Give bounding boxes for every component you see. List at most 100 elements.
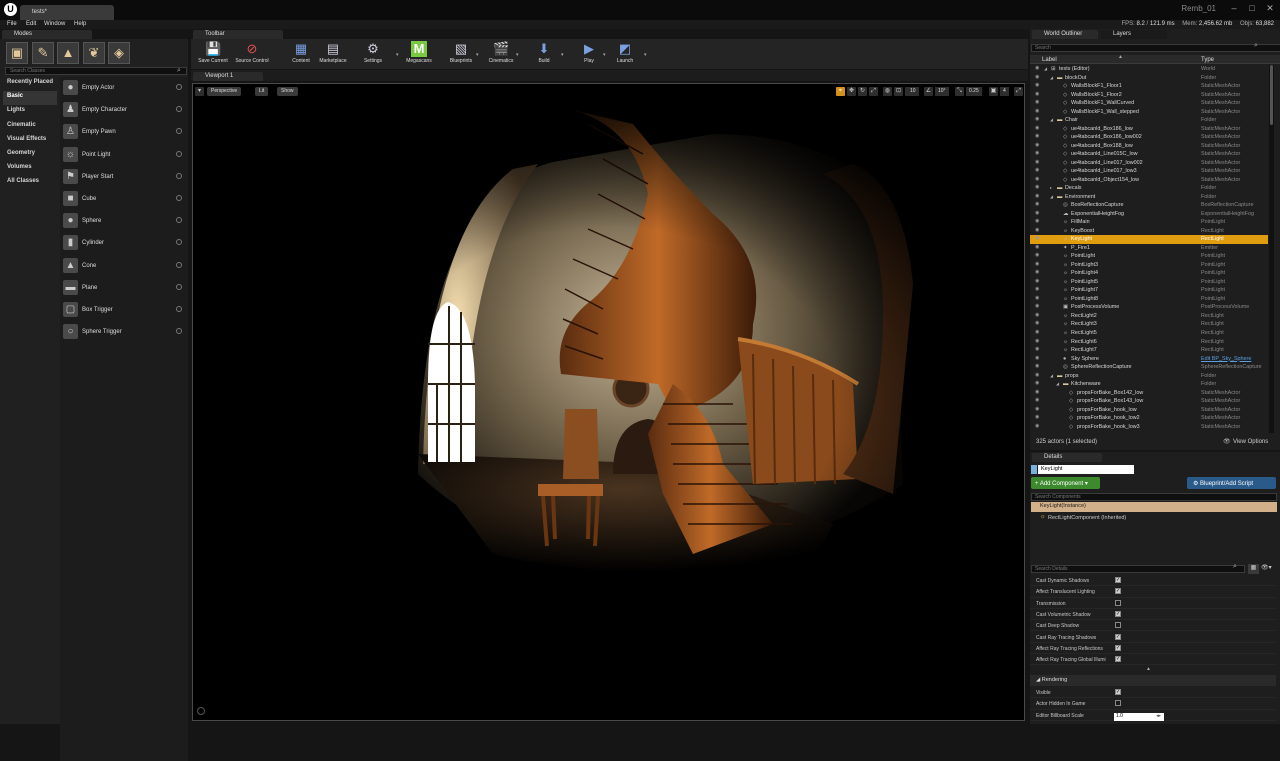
visibility-eye-icon[interactable]: ◉ <box>1035 253 1042 258</box>
save-current-button[interactable]: 💾 Save Current <box>191 41 235 64</box>
visibility-eye-icon[interactable]: ◉ <box>1035 329 1042 335</box>
column-label[interactable]: Label <box>1042 57 1057 63</box>
menu-file[interactable]: File <box>7 21 17 27</box>
visibility-eye-icon[interactable]: ◉ <box>1035 347 1042 352</box>
category-visual-effects[interactable]: Visual Effects <box>3 134 57 148</box>
visibility-eye-icon[interactable]: ◉ <box>1035 159 1042 165</box>
search-icon[interactable]: ⌕ <box>1254 42 1258 50</box>
modes-tab[interactable]: Modes <box>2 30 92 39</box>
camera-speed-value[interactable]: 4 <box>1000 87 1009 96</box>
property-checkbox[interactable]: ✓ <box>1115 656 1121 663</box>
category-recently-placed[interactable]: Recently Placed <box>3 77 57 91</box>
expand-arrow-icon[interactable]: ◢ <box>1050 372 1053 380</box>
visibility-eye-icon[interactable]: ◉ <box>1035 389 1042 395</box>
place-item[interactable]: ● Sphere <box>60 210 188 232</box>
outliner-row[interactable]: ◉ ☼ KeyBoost RectLight <box>1030 227 1268 236</box>
launch-button[interactable]: ◩ Launch <box>603 41 647 64</box>
info-icon[interactable] <box>176 261 182 268</box>
outliner-row[interactable]: ◉ ● Sky Sphere Edit BP_Sky_Sphere <box>1030 355 1268 364</box>
visibility-eye-icon[interactable]: ◉ <box>1035 338 1042 344</box>
visibility-eye-icon[interactable]: ◉ <box>1035 398 1042 403</box>
visibility-eye-icon[interactable]: ◉ <box>1035 91 1042 97</box>
property-checkbox[interactable]: ✓ <box>1115 610 1121 617</box>
outliner-row[interactable]: ◉ ◇ ue4tabcanld_Box188_low StaticMeshActor <box>1030 142 1268 151</box>
outliner-row[interactable]: ◉ ◇ ue4tabcanld_Box186_low002 StaticMeshAct… <box>1030 133 1268 142</box>
outliner-row[interactable]: ◉ ☼ RectLight7 RectLight <box>1030 346 1268 355</box>
outliner-row[interactable]: ◉ ☼ RectLight5 RectLight <box>1030 329 1268 338</box>
place-item[interactable]: ▬ Plane <box>60 277 188 299</box>
outliner-row[interactable]: ◉ ◇ ue4tabcanld_Line017_low3 StaticMeshActo… <box>1030 167 1268 176</box>
visibility-eye-icon[interactable]: ◉ <box>1035 415 1042 420</box>
property-checkbox[interactable]: ✓ <box>1115 700 1121 707</box>
search-icon[interactable]: ⌕ <box>1233 563 1237 571</box>
visibility-eye-icon[interactable]: ◉ <box>1035 381 1042 386</box>
outliner-row[interactable]: ◉ ◇ propsForBake_Box143_low StaticMeshActor <box>1030 397 1268 406</box>
place-item[interactable]: ● Empty Actor <box>60 77 188 99</box>
scale-icon[interactable]: ⤢ <box>869 87 878 96</box>
outliner-row[interactable]: ◉ ◎ BoxReflectionCapture BoxReflectionCaptu… <box>1030 201 1268 210</box>
property-checkbox[interactable]: ✓ <box>1115 577 1121 583</box>
landscape-mode-icon[interactable]: ▲ <box>57 42 79 64</box>
expand-arrow-icon[interactable]: ▸ <box>1050 184 1052 192</box>
outliner-row[interactable]: ◉ ☼ PointLight5 PointLight <box>1030 278 1268 287</box>
expand-arrow-icon[interactable]: ◢ <box>1056 380 1059 388</box>
menu-help[interactable]: Help <box>74 21 86 27</box>
show-button[interactable]: Show <box>277 87 298 96</box>
info-icon[interactable] <box>176 328 182 335</box>
property-checkbox[interactable]: ✓ <box>1115 644 1121 651</box>
scale-snap-value[interactable]: 0.25 <box>966 87 982 96</box>
visibility-eye-icon[interactable]: ◉ <box>1035 278 1042 284</box>
outliner-row[interactable]: ◉ ◇ propsForBake_Box142_low StaticMeshActor <box>1030 389 1268 398</box>
camera-speed-icon[interactable]: ▣ <box>989 87 998 96</box>
visibility-eye-icon[interactable]: ◉ <box>1035 108 1042 114</box>
viewport-options-icon[interactable]: ▾ <box>195 87 204 96</box>
toolbar-tab[interactable]: Toolbar <box>193 30 283 39</box>
place-item[interactable]: ♟ Empty Character <box>60 99 188 121</box>
translate-icon[interactable]: ✥ <box>847 87 856 96</box>
rotate-icon[interactable]: ↻ <box>858 87 867 96</box>
outliner-row[interactable]: ◉ ◢ ▬ Environment Folder <box>1030 193 1268 202</box>
megascans-button[interactable]: M Megascans <box>397 41 441 64</box>
outliner-row[interactable]: ◉ ◇ WallsBlockF1_Floor1 StaticMeshActor <box>1030 82 1268 91</box>
menu-window[interactable]: Window <box>44 21 65 27</box>
surface-snap-icon[interactable]: ⊡ <box>894 87 903 96</box>
layers-tab[interactable]: Layers <box>1101 30 1167 39</box>
info-icon[interactable] <box>176 194 182 201</box>
add-component-button[interactable]: + Add Component ▾ <box>1031 477 1100 489</box>
visibility-eye-icon[interactable]: ◉ <box>1035 66 1042 71</box>
visibility-eye-icon[interactable]: ◉ <box>1035 142 1042 148</box>
document-tab[interactable]: tests* <box>20 5 114 20</box>
outliner-row[interactable]: ◉ ✦ P_Fire1 Emitter <box>1030 244 1268 253</box>
visibility-eye-icon[interactable]: ◉ <box>1035 185 1042 190</box>
outliner-row[interactable]: ◉ ◇ propsForBake_hook_low StaticMeshActor <box>1030 406 1268 415</box>
outliner-search-input[interactable]: Search <box>1031 44 1280 52</box>
expand-arrow-icon[interactable]: ◢ <box>1050 116 1053 124</box>
outliner-item-type[interactable]: Edit BP_Sky_Sphere <box>1201 355 1251 363</box>
visibility-eye-icon[interactable]: ◉ <box>1035 261 1042 267</box>
visibility-eye-icon[interactable]: ◉ <box>1035 321 1042 326</box>
outliner-row[interactable]: ◉ ◢ ▬ blockOut Folder <box>1030 74 1268 83</box>
outliner-row[interactable]: ◉ ☼ KeyLight RectLight <box>1030 235 1268 244</box>
outliner-row[interactable]: ◉ ◇ propsForBake_hook_low2 StaticMeshActor <box>1030 414 1268 423</box>
launch-dropdown-icon[interactable]: ▾ <box>644 52 647 58</box>
view-options-button[interactable]: View Options <box>1233 439 1268 445</box>
visibility-eye-icon[interactable]: ◉ <box>1035 406 1042 412</box>
outliner-row[interactable]: ◉ ◇ propsForBake_hook_low3 StaticMeshActor <box>1030 423 1268 432</box>
place-item[interactable]: ☼ Point Light <box>60 144 188 166</box>
place-item[interactable]: ♙ Empty Pawn <box>60 121 188 143</box>
visibility-eye-icon[interactable]: ◉ <box>1035 312 1042 318</box>
search-icon[interactable]: ⌕ <box>177 67 181 75</box>
scale-snap-icon[interactable]: ⤡ <box>955 87 964 96</box>
visibility-eye-icon[interactable]: ◉ <box>1035 270 1042 275</box>
viewport-tab[interactable]: Viewport 1 <box>193 72 263 81</box>
outliner-row[interactable]: ◉ ▸ ▬ Decals Folder <box>1030 184 1268 193</box>
info-icon[interactable] <box>176 305 182 312</box>
settings-button[interactable]: ⚙ Settings <box>351 41 395 64</box>
outliner-row[interactable]: ◉ ◇ ue4tabcanld_Line017_low002 StaticMeshAc… <box>1030 159 1268 168</box>
outliner-row[interactable]: ◉ ◢ ▬ props Folder <box>1030 372 1268 381</box>
place-mode-icon[interactable]: ▣ <box>6 42 28 64</box>
visibility-eye-icon[interactable]: ◉ <box>1035 295 1042 301</box>
visibility-eye-icon[interactable]: ◉ <box>1035 236 1042 241</box>
outliner-row[interactable]: ◉ ☼ RectLight3 RectLight <box>1030 320 1268 329</box>
view-options-eye-icon[interactable]: 👁▾ <box>1261 564 1275 574</box>
